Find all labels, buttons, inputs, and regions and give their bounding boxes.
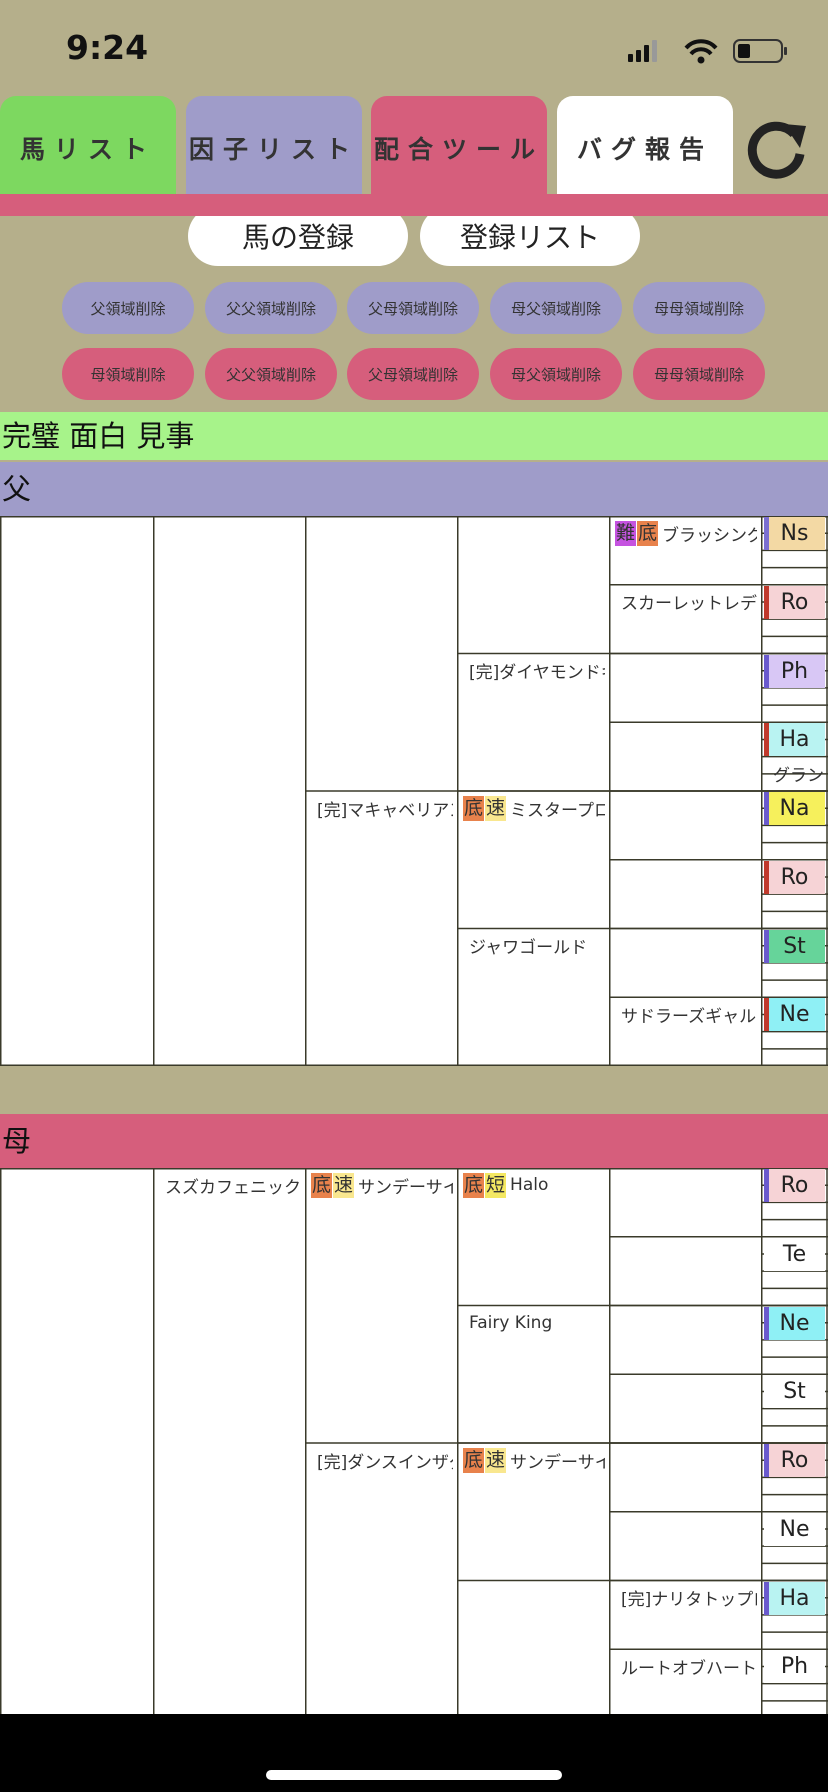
factor-tag: 底 [463,1447,485,1473]
factor-tag: 底 [637,520,659,546]
factor-tag: 底 [311,1172,333,1198]
factor-tag: 短 [485,1172,507,1198]
evaluation-comment: 完璧 面白 見事 [0,412,828,460]
horse-name: ブラッシンググルーム [662,525,757,546]
pedigree-cell[interactable]: ルートオブハート [615,1649,757,1683]
pedigree-cell[interactable]: スカーレットレディ [615,585,757,619]
pedigree-cell[interactable]: サドラーズギャル [615,997,757,1031]
pedigree-cell[interactable]: グランチャント [767,757,824,791]
delete-father-region-button[interactable]: 父領域削除 [62,282,194,334]
status-bar: 9:24 [0,0,828,96]
horse-name: ルートオブハート [621,1658,757,1679]
horse-name: [完]ナリタトップロード [621,1590,757,1610]
pedigree-cell[interactable]: [完]ダイヤモンドキャット [463,654,605,688]
lineage-code-badge: Ha [764,723,825,757]
status-time: 9:24 [66,28,149,67]
horse-name: グランチャント [773,766,824,787]
factor-tag: 速 [485,795,507,821]
horse-name: Halo [510,1175,549,1195]
lineage-code-badge: Ne [764,1512,825,1546]
reload-icon[interactable] [744,118,810,184]
home-indicator[interactable] [266,1770,562,1780]
horse-name: [完]ダンスインザダーク [317,1452,453,1473]
horse-name: ミスタープロスペクター [510,800,605,821]
horse-name: スカーレットレディ [621,594,757,615]
horse-name: [完]マキャベリアン [317,800,453,821]
tab-factor-list[interactable]: 因子リスト [186,96,362,200]
horse-name: [完]ダイヤモンドキャット [469,663,605,683]
pedigree-cell[interactable]: [完]マキャベリアン [311,791,453,825]
horse-name: ジャワゴールド [469,938,588,958]
lineage-code-badge: Ro [764,1169,825,1202]
lineage-code-badge: Ro [764,1444,825,1477]
lineage-code-badge: St [764,1375,825,1409]
mother-pedigree-table: スズカフェニックス底速サンデーサイレンス底短Halo底Hail to Reaso… [0,1168,828,1714]
tab-bug-report[interactable]: バグ報告 [557,96,733,200]
delete-mother-fm-region-button[interactable]: 父母領域削除 [347,348,479,400]
horse-name: サドラーズギャル [621,1006,757,1027]
lineage-code-badge: Na [764,792,825,825]
lineage-code-badge: Ns [764,517,825,550]
pedigree-cell[interactable]: [完]ナリタトップロード [615,1581,757,1615]
tab-mating-tool[interactable]: 配合ツール [371,96,547,200]
lineage-code-badge: Ph [764,1650,825,1684]
lineage-code-badge: Ne [764,998,825,1032]
lineage-code-badge: Ro [764,585,825,619]
horse-name: Fairy King [469,1312,553,1333]
factor-tag: 底 [463,1172,485,1198]
pedigree-cell[interactable]: 難底ブラッシンググルーム [615,516,757,550]
signal-wifi-battery-icon [628,39,787,64]
delete-mother-mm-region-button[interactable]: 母母領域削除 [633,348,765,400]
delete-fm-region-button[interactable]: 父母領域削除 [347,282,479,334]
lineage-code-badge: St [764,929,825,963]
horse-name: サンデーサイレンス [510,1452,605,1473]
pedigree-cell[interactable]: Fairy King [463,1306,605,1340]
tab-underline [0,194,828,216]
home-indicator-area [0,1714,828,1792]
delete-mf-region-button[interactable]: 母父領域削除 [490,282,622,334]
lineage-code-badge: Ro [764,860,825,894]
lineage-code-badge: Ne [764,1306,825,1340]
delete-mother-region-button[interactable]: 母領域削除 [62,348,194,400]
mother-section-header: 母 [0,1114,828,1168]
factor-tag: 難 [615,520,637,546]
delete-mm-region-button[interactable]: 母母領域削除 [633,282,765,334]
factor-tag: 速 [485,1447,507,1473]
delete-ff-region-button[interactable]: 父父領域削除 [205,282,337,334]
lineage-code-badge: Ha [764,1581,825,1615]
delete-mother-mf-region-button[interactable]: 母父領域削除 [490,348,622,400]
factor-tag: 速 [333,1172,355,1198]
pedigree-cell[interactable]: スズカフェニックス [159,1168,301,1202]
pedigree-cell[interactable]: 底短Halo [463,1168,605,1202]
horse-name: サンデーサイレンス [358,1177,453,1198]
pedigree-cell[interactable]: [完]ダンスインザダーク [311,1443,453,1477]
delete-mother-ff-region-button[interactable]: 父父領域削除 [205,348,337,400]
father-pedigree-table: 難底ブラッシンググルーム難短Red Godスカーレットレディ底速サンデーサイレン… [0,516,828,1066]
pedigree-cell[interactable]: 底速サンデーサイレンス [311,1168,453,1202]
register-horse-button[interactable]: 馬の登録 [188,216,408,266]
pedigree-cell[interactable]: 底速ミスタープロスペクター [463,791,605,825]
factor-tag: 底 [463,795,485,821]
status-icons [614,36,794,66]
pedigree-cell[interactable]: ジャワゴールド [463,929,605,963]
lineage-code-badge: Ph [764,654,825,688]
pedigree-grid-lines [0,1168,828,1714]
horse-name: スズカフェニックス [165,1177,301,1198]
father-section-header: 父 [0,462,828,516]
lineage-code-badge: Te [764,1237,825,1271]
tab-bar: 馬リスト 因子リスト 配合ツール バグ報告 [0,96,828,200]
content-scroll[interactable]: 馬の登録 登録リスト 父領域削除 父父領域削除 父母領域削除 母父領域削除 母母… [0,216,828,1714]
tab-horse-list[interactable]: 馬リスト [0,96,176,200]
registered-list-button[interactable]: 登録リスト [420,216,640,266]
pedigree-cell[interactable]: 底速サンデーサイレンス [463,1443,605,1477]
